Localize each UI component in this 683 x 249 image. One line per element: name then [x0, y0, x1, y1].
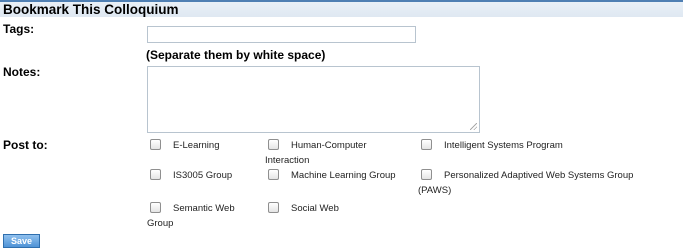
group-label: E-Learning — [173, 140, 220, 151]
group-option-intelligent-systems[interactable]: Intelligent Systems Program — [418, 138, 563, 153]
checkbox[interactable] — [268, 202, 279, 213]
resize-grip-icon[interactable] — [470, 123, 477, 130]
tags-label: Tags: — [3, 22, 35, 36]
group-label: Intelligent Systems Program — [444, 140, 563, 151]
checkbox[interactable] — [421, 139, 432, 150]
group-option-social-web[interactable]: Social Web — [265, 201, 339, 216]
section-header: Bookmark This Colloquium — [0, 0, 683, 17]
tags-input[interactable] — [147, 26, 416, 43]
save-button[interactable]: Save — [3, 234, 40, 248]
group-option-machine-learning[interactable]: Machine Learning Group — [265, 168, 396, 183]
checkbox[interactable] — [268, 139, 279, 150]
group-label-cont: (PAWS) — [418, 185, 452, 196]
tags-hint: (Separate them by white space) — [146, 48, 326, 62]
checkbox[interactable] — [268, 169, 279, 180]
group-label-cont: Group — [147, 218, 174, 229]
post-to-label: Post to: — [3, 138, 48, 152]
group-label: Human-Computer — [291, 140, 367, 151]
checkbox[interactable] — [150, 169, 161, 180]
notes-label: Notes: — [3, 65, 41, 79]
checkbox[interactable] — [421, 169, 432, 180]
notes-textarea[interactable] — [147, 66, 480, 133]
checkbox[interactable] — [150, 202, 161, 213]
page-title: Bookmark This Colloquium — [3, 2, 179, 17]
group-option-human-computer-interaction[interactable]: Human-Computer Interaction — [265, 138, 367, 168]
group-label: Semantic Web — [173, 203, 235, 214]
group-label: IS3005 Group — [173, 170, 233, 181]
group-option-e-learning[interactable]: E-Learning — [147, 138, 219, 153]
checkbox[interactable] — [150, 139, 161, 150]
group-label-cont: Interaction — [265, 155, 310, 166]
group-option-semantic-web[interactable]: Semantic Web Group — [147, 201, 235, 231]
group-option-paws[interactable]: Personalized Adaptived Web Systems Group… — [418, 168, 633, 198]
group-label: Social Web — [291, 203, 339, 214]
group-label: Personalized Adaptived Web Systems Group — [444, 170, 634, 181]
group-label: Machine Learning Group — [291, 170, 396, 181]
group-option-is3005[interactable]: IS3005 Group — [147, 168, 232, 183]
